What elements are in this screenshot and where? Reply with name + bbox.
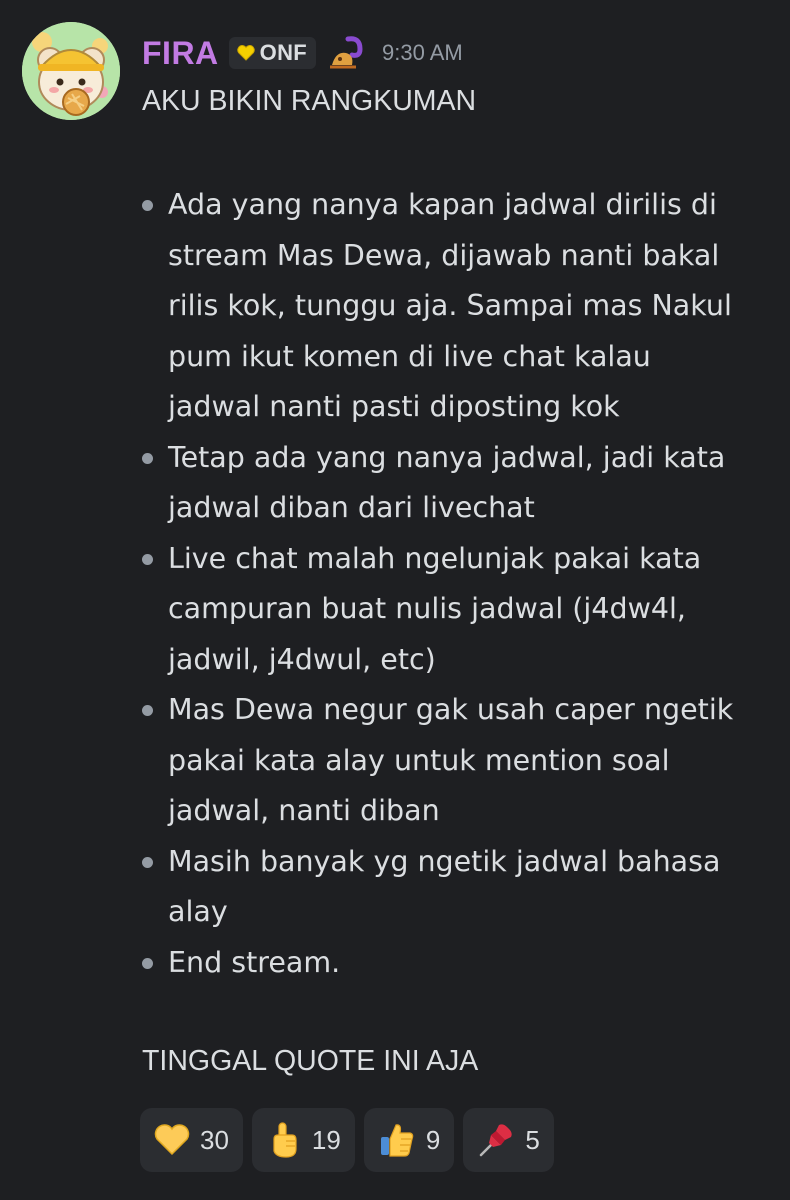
list-item-line: campuran buat nulis jadwal (j4dw4l, bbox=[168, 592, 686, 625]
list-item: End stream. bbox=[142, 938, 762, 989]
reaction-pushpin[interactable]: 5 bbox=[463, 1108, 554, 1172]
list-item-line: rilis kok, tunggu aja. Sampai mas Nakul bbox=[168, 289, 732, 322]
reaction-count: 5 bbox=[525, 1124, 540, 1155]
list-item-line: Masih banyak yg ngetik jadwal bahasa bbox=[168, 844, 721, 878]
reaction-count: 30 bbox=[200, 1124, 229, 1155]
username[interactable]: FIRA bbox=[142, 35, 219, 72]
list-item-line: pakai kata alay untuk mention soal bbox=[168, 743, 670, 777]
list-item-line: stream Mas Dewa, dijawab nanti bakal bbox=[168, 238, 720, 272]
yellow-heart-icon bbox=[154, 1124, 190, 1156]
list-item-line: jadwal, nanti diban bbox=[168, 794, 440, 827]
list-item: Masih banyak yg ngetik jadwal bahasa ala… bbox=[142, 837, 762, 938]
list-item: Live chat malah ngelunjak pakai kata cam… bbox=[142, 534, 762, 686]
list-item-line: jadwal diban dari livechat bbox=[168, 491, 535, 524]
list-item-line: Mas Dewa negur gak usah caper ngetik bbox=[168, 693, 734, 726]
clan-tag-label: ONF bbox=[259, 39, 307, 65]
list-item: Mas Dewa negur gak usah caper ngetik pak… bbox=[142, 685, 762, 837]
list-item: Tetap ada yang nanya jadwal, jadi kata j… bbox=[142, 433, 762, 534]
yellow-heart-icon bbox=[236, 44, 255, 61]
reaction-count: 9 bbox=[425, 1124, 441, 1155]
reaction-thumbs-up[interactable]: 9 bbox=[363, 1108, 455, 1172]
reaction-bar: 30 19 9 5 bbox=[140, 1108, 554, 1172]
avatar-image bbox=[22, 22, 120, 120]
list-item-line: jadwil, j4dwul, etc) bbox=[168, 642, 436, 676]
message-content: AKU BIKIN RANGKUMAN Ada yang nanya kapan… bbox=[142, 76, 762, 1086]
list-item-line: Live chat malah ngelunjak pakai kata bbox=[168, 541, 702, 575]
pointing-up-icon bbox=[266, 1121, 302, 1159]
list-item-line: pum ikut komen di live chat kalau bbox=[168, 339, 651, 373]
list-item-line: alay bbox=[168, 895, 228, 928]
list-item-line: jadwal nanti pasti diposting kok bbox=[168, 390, 620, 423]
reaction-count: 19 bbox=[311, 1124, 341, 1155]
list-item: Ada yang nanya kapan jadwal dirilis di s… bbox=[142, 180, 762, 433]
pushpin-icon bbox=[477, 1121, 515, 1159]
role-icon[interactable] bbox=[326, 35, 366, 71]
reaction-yellow-heart[interactable]: 30 bbox=[140, 1108, 243, 1172]
list-item-line: End stream. bbox=[168, 945, 341, 979]
message-footer: TINGGAL QUOTE INI AJA bbox=[142, 1045, 479, 1077]
list-item-line: Tetap ada yang nanya jadwal, jadi kata bbox=[168, 440, 726, 474]
summary-list: Ada yang nanya kapan jadwal dirilis di s… bbox=[142, 180, 762, 988]
message-header: FIRA ONF 9:30 AM bbox=[142, 30, 463, 76]
chat-message: FIRA ONF 9:30 AM AKU BIKIN RANGKUMAN Ada… bbox=[0, 0, 790, 1200]
timestamp[interactable]: 9:30 AM bbox=[382, 40, 463, 66]
thumbs-up-icon bbox=[378, 1121, 416, 1159]
message-heading: AKU BIKIN RANGKUMAN bbox=[142, 85, 477, 117]
avatar[interactable] bbox=[22, 22, 120, 120]
reaction-pointing-up[interactable]: 19 bbox=[251, 1108, 355, 1172]
clan-tag[interactable]: ONF bbox=[228, 37, 316, 69]
list-item-line: Ada yang nanya kapan jadwal dirilis di bbox=[168, 188, 717, 221]
